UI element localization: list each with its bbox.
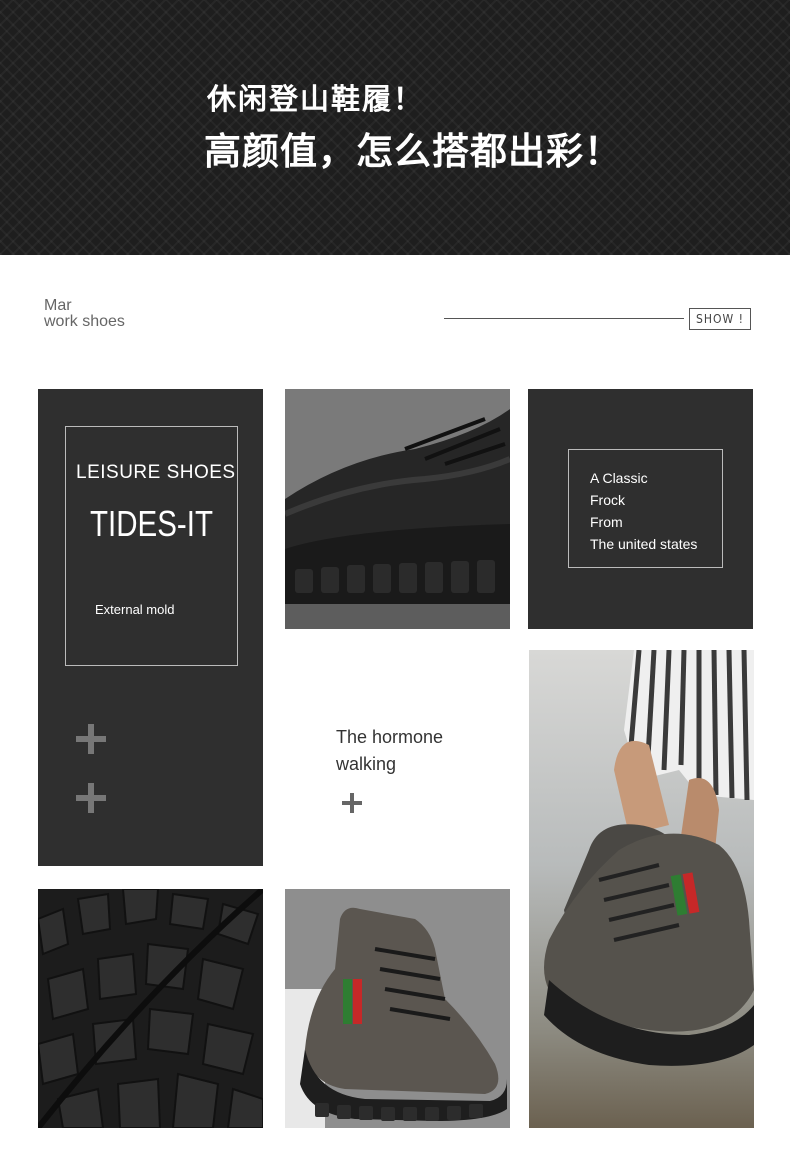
plus-icon bbox=[76, 783, 106, 813]
header-banner: 休闲登山鞋履！ 高颜值，怎么搭都出彩！ bbox=[0, 0, 790, 255]
banner-subheadline: 高颜值，怎么搭都出彩！ bbox=[204, 130, 622, 173]
classic-frock-card: A Classic Frock From The united states bbox=[528, 389, 753, 629]
card-text: A Classic Frock From The united states bbox=[590, 467, 697, 555]
brand-label: TIDES-IT bbox=[90, 503, 213, 544]
plus-icon bbox=[76, 724, 106, 754]
card-line: The hormone bbox=[336, 727, 444, 747]
card-line: walking bbox=[336, 754, 397, 774]
section-title-line2: work shoes bbox=[44, 313, 125, 330]
leisure-shoes-card: LEISURE SHOES TIDES-IT External mold bbox=[38, 389, 263, 866]
show-button[interactable]: SHOW ! bbox=[689, 308, 751, 330]
sole-tread-image bbox=[38, 889, 263, 1128]
card-line: From bbox=[590, 514, 623, 530]
worn-shoes-image bbox=[529, 650, 754, 1128]
plus-icon bbox=[342, 793, 362, 813]
caption-label: External mold bbox=[95, 602, 175, 617]
section-title-line1: Mar bbox=[44, 297, 72, 314]
card-line: A Classic bbox=[590, 470, 648, 486]
category-label: LEISURE SHOES bbox=[76, 462, 236, 483]
card-text: The hormone walking bbox=[336, 724, 443, 778]
card-line: Frock bbox=[590, 492, 625, 508]
shoe-toe-closeup-image bbox=[285, 389, 510, 629]
section-divider bbox=[444, 318, 684, 319]
banner-headline: 休闲登山鞋履！ bbox=[207, 82, 425, 116]
card-line: The united states bbox=[590, 536, 698, 552]
hormone-walking-card: The hormone walking bbox=[285, 650, 510, 866]
shoe-side-view-image bbox=[285, 889, 510, 1128]
section-title: Mar work shoes bbox=[44, 298, 125, 330]
